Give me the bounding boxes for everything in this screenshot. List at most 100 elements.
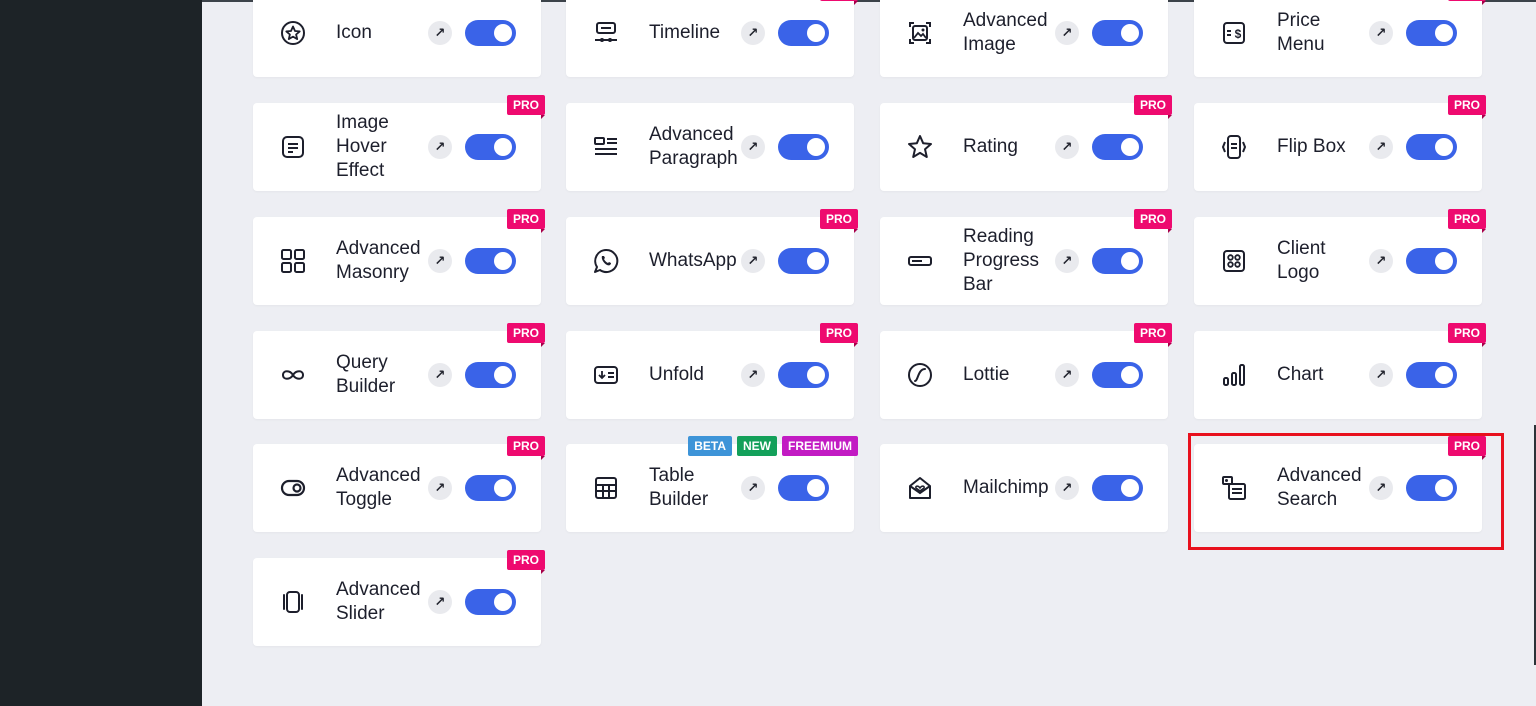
widget-card-chart: Chart ↗ PRO <box>1194 323 1487 419</box>
toggle-knob <box>807 24 825 42</box>
widget-card-unfold: Unfold ↗ PRO <box>566 323 859 419</box>
progress-bar-icon <box>905 246 935 276</box>
external-link-icon[interactable]: ↗ <box>741 249 765 273</box>
widget-card-advanced-slider: Advanced Slider ↗ PRO <box>253 550 546 646</box>
masonry-grid-icon <box>278 246 308 276</box>
external-link-icon[interactable]: ↗ <box>1369 363 1393 387</box>
paragraph-icon <box>591 132 621 162</box>
widget-card-advanced-image: Advanced Image ↗ <box>880 0 1168 77</box>
widget-toggle[interactable] <box>778 20 829 46</box>
widget-toggle[interactable] <box>465 20 516 46</box>
widget-label: Advanced Slider <box>336 579 421 624</box>
widget-toggle[interactable] <box>1406 134 1457 160</box>
image-icon <box>905 18 935 48</box>
badge-group: PRO <box>1447 323 1487 347</box>
external-link-icon[interactable]: ↗ <box>741 363 765 387</box>
widget-label: Flip Box <box>1277 136 1346 157</box>
badge-group: PRO <box>506 209 546 233</box>
external-link-icon[interactable]: ↗ <box>1369 249 1393 273</box>
badge-group: PRO <box>1133 209 1173 233</box>
badge-group: PRO <box>819 0 859 5</box>
pro-badge: PRO <box>1447 95 1487 119</box>
external-link-icon[interactable]: ↗ <box>428 363 452 387</box>
external-link-icon[interactable]: ↗ <box>1055 476 1079 500</box>
external-link-icon[interactable]: ↗ <box>741 476 765 500</box>
toggle-knob <box>494 138 512 156</box>
widget-toggle[interactable] <box>465 589 516 615</box>
svg-text:$: $ <box>1235 27 1242 41</box>
toggle-knob <box>494 479 512 497</box>
widget-label: Advanced Image <box>963 10 1048 55</box>
toggle-knob <box>807 138 825 156</box>
widget-toggle[interactable] <box>1406 20 1457 46</box>
widget-label: Price Menu <box>1277 10 1325 55</box>
toggle-knob <box>1435 252 1453 270</box>
widget-card-advanced-paragraph: Advanced Paragraph ↗ <box>566 103 854 191</box>
freemium-badge: FREEMIUM <box>782 436 858 456</box>
external-link-icon[interactable]: ↗ <box>1055 363 1079 387</box>
widget-toggle[interactable] <box>1092 20 1143 46</box>
table-icon <box>591 473 621 503</box>
external-link-icon[interactable]: ↗ <box>1055 249 1079 273</box>
toggle-knob <box>494 24 512 42</box>
widget-card-reading-progress-bar: Reading Progress Bar ↗ PRO <box>880 209 1173 305</box>
toggle-knob <box>1121 24 1139 42</box>
external-link-icon[interactable]: ↗ <box>1055 135 1079 159</box>
widget-toggle[interactable] <box>1406 248 1457 274</box>
widget-card-advanced-toggle: Advanced Toggle ↗ PRO <box>253 436 546 532</box>
widget-label: Mailchimp <box>963 477 1049 498</box>
toggle-knob <box>1435 24 1453 42</box>
new-badge: NEW <box>737 436 777 456</box>
toggle-knob <box>494 366 512 384</box>
widget-toggle[interactable] <box>778 134 829 160</box>
widget-label: Rating <box>963 136 1018 157</box>
widget-toggle[interactable] <box>465 362 516 388</box>
widget-label: Lottie <box>963 364 1010 385</box>
widget-toggle[interactable] <box>1092 248 1143 274</box>
external-link-icon[interactable]: ↗ <box>741 21 765 45</box>
badge-group: PRO <box>506 436 546 460</box>
widget-card-icon: Icon ↗ <box>253 0 541 77</box>
slider-icon <box>278 587 308 617</box>
pro-badge: PRO <box>506 95 546 119</box>
client-logo-icon <box>1219 246 1249 276</box>
widget-card-rating: Rating ↗ PRO <box>880 95 1173 191</box>
star-icon <box>905 132 935 162</box>
widget-label: Reading Progress Bar <box>963 226 1040 295</box>
external-link-icon[interactable]: ↗ <box>1369 135 1393 159</box>
external-link-icon[interactable]: ↗ <box>1055 21 1079 45</box>
widget-card-whatsapp: WhatsApp ↗ PRO <box>566 209 859 305</box>
pro-badge: PRO <box>1133 95 1173 119</box>
widget-toggle[interactable] <box>778 362 829 388</box>
widget-toggle[interactable] <box>1092 362 1143 388</box>
widget-toggle[interactable] <box>1092 475 1143 501</box>
badge-group: PRO <box>819 323 859 347</box>
external-link-icon[interactable]: ↗ <box>428 135 452 159</box>
widget-label: Timeline <box>649 22 721 43</box>
external-link-icon[interactable]: ↗ <box>428 476 452 500</box>
toggle-knob <box>494 252 512 270</box>
widget-toggle[interactable] <box>778 475 829 501</box>
badge-group: PRO <box>1447 209 1487 233</box>
bar-chart-icon <box>1219 360 1249 390</box>
external-link-icon[interactable]: ↗ <box>428 249 452 273</box>
toggle-knob <box>1121 252 1139 270</box>
widget-toggle[interactable] <box>465 248 516 274</box>
pro-badge: PRO <box>1133 323 1173 347</box>
external-link-icon[interactable]: ↗ <box>1369 21 1393 45</box>
image-hover-icon <box>278 132 308 162</box>
widget-toggle[interactable] <box>778 248 829 274</box>
pro-badge: PRO <box>506 436 546 460</box>
widget-toggle[interactable] <box>465 134 516 160</box>
toggle-knob <box>807 479 825 497</box>
widgets-panel: Icon ↗ Timeline ↗ PRO Advanced Image ↗ $ Price M… <box>202 0 1536 706</box>
external-link-icon[interactable]: ↗ <box>428 590 452 614</box>
external-link-icon[interactable]: ↗ <box>741 135 765 159</box>
pro-badge: PRO <box>819 0 859 5</box>
widget-toggle[interactable] <box>465 475 516 501</box>
external-link-icon[interactable]: ↗ <box>428 21 452 45</box>
widget-toggle[interactable] <box>1092 134 1143 160</box>
widget-toggle[interactable] <box>1406 362 1457 388</box>
widget-card-lottie: Lottie ↗ PRO <box>880 323 1173 419</box>
toggle-knob <box>807 366 825 384</box>
